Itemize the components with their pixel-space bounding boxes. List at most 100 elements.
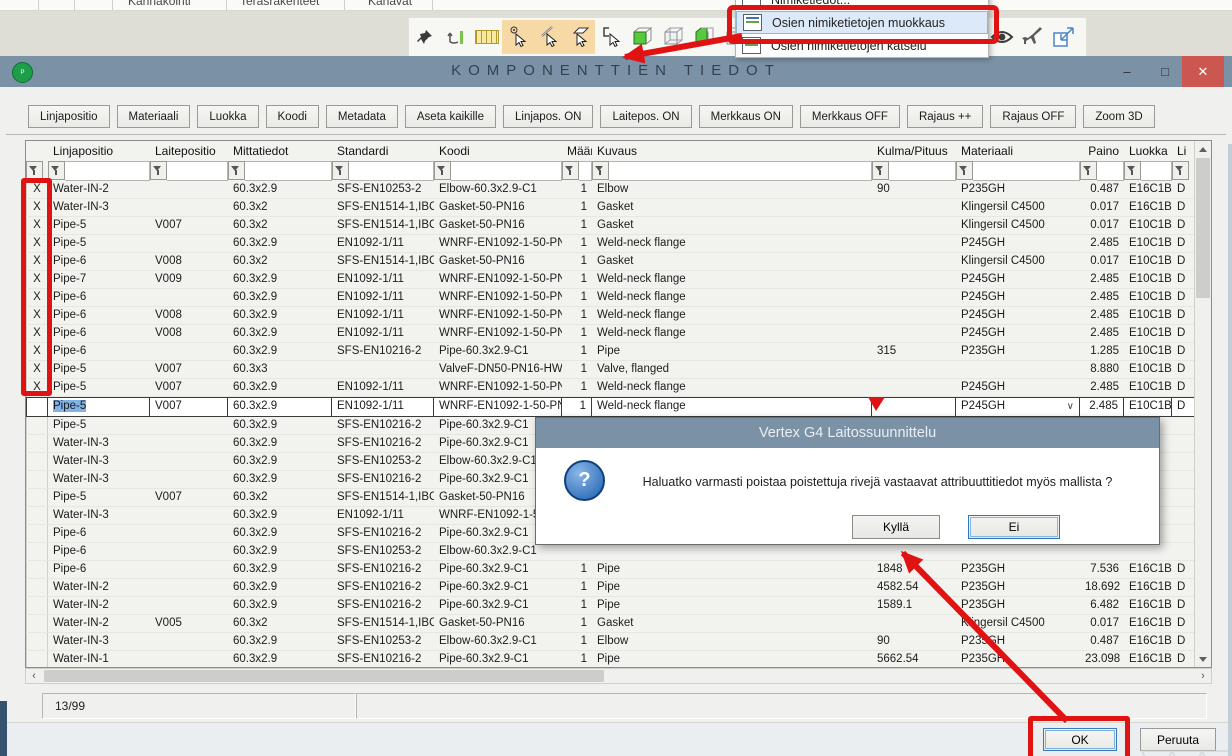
cell[interactable]: SFS-EN10216-2: [332, 525, 434, 542]
cell[interactable]: 60.3x2.9: [228, 543, 332, 560]
table-row[interactable]: XWater-IN-360.3x2SFS-EN1514-1,IBCGasket-…: [26, 199, 1211, 217]
cell[interactable]: P235GH: [956, 561, 1080, 578]
cell[interactable]: [26, 489, 48, 506]
column-header-Koodi[interactable]: Koodi: [434, 144, 562, 158]
cell[interactable]: Klingersil C4500: [956, 615, 1080, 632]
cell[interactable]: E10C1B: [1124, 398, 1172, 416]
cell[interactable]: 1: [562, 307, 592, 324]
cell[interactable]: Water-IN-3: [48, 453, 150, 470]
cell[interactable]: 60.3x2.9: [228, 579, 332, 596]
cell[interactable]: EN1092-1/11: [332, 507, 434, 524]
cell[interactable]: [872, 271, 956, 288]
cell[interactable]: [150, 597, 228, 614]
cell[interactable]: 1: [562, 615, 592, 632]
cell[interactable]: 1: [562, 651, 592, 667]
cell[interactable]: SFS-EN10216-2: [332, 471, 434, 488]
table-row[interactable]: Water-IN-360.3x2.9SFS-EN10253-2Elbow-60.…: [26, 633, 1211, 651]
scroll-up-arrow[interactable]: [1195, 141, 1211, 157]
cell[interactable]: D: [1172, 289, 1196, 306]
cell[interactable]: Pipe-6: [48, 543, 150, 560]
cell[interactable]: P245GH: [956, 289, 1080, 306]
cell[interactable]: 1: [562, 271, 592, 288]
cell[interactable]: [26, 543, 48, 560]
table-row[interactable]: Water-IN-260.3x2.9SFS-EN10216-2Pipe-60.3…: [26, 597, 1211, 615]
cell[interactable]: SFS-EN10253-2: [332, 453, 434, 470]
cell[interactable]: 1: [562, 579, 592, 596]
cell[interactable]: 60.3x3: [228, 361, 332, 378]
cell[interactable]: 8.880: [1080, 361, 1124, 378]
cell[interactable]: 7.536: [1080, 561, 1124, 578]
column-header-Kulma/Pituus[interactable]: Kulma/Pituus: [872, 144, 956, 158]
action-button-luokka[interactable]: Luokka: [197, 105, 258, 128]
cell[interactable]: Pipe-5: [48, 235, 150, 252]
cell[interactable]: SFS-EN10216-2: [332, 651, 434, 667]
cell[interactable]: [150, 435, 228, 452]
table-row[interactable]: XPipe-7V00960.3x2.9EN1092-1/11WNRF-EN109…: [26, 271, 1211, 289]
cell[interactable]: P235GH: [956, 597, 1080, 614]
cell[interactable]: 60.3x2.9: [228, 417, 332, 434]
table-row[interactable]: Water-IN-260.3x2.9SFS-EN10216-2Pipe-60.3…: [26, 579, 1211, 597]
cell[interactable]: 18.692: [1080, 579, 1124, 596]
airplane-icon[interactable]: [1017, 20, 1048, 54]
cell[interactable]: E10C1B: [1124, 235, 1172, 252]
cell[interactable]: Valve, flanged: [592, 361, 872, 378]
action-button-aseta-kaikille[interactable]: Aseta kaikille: [405, 105, 496, 128]
cell[interactable]: Elbow-60.3x2.9-C1: [434, 181, 562, 198]
cell[interactable]: WNRF-EN1092-1-50-PN16-C1: [434, 398, 562, 416]
filter-input[interactable]: [973, 161, 1080, 181]
cell[interactable]: X: [26, 253, 48, 270]
filter-funnel-icon[interactable]: [26, 161, 43, 180]
cell[interactable]: EN1092-1/11: [332, 271, 434, 288]
cell[interactable]: E16C1B: [1124, 561, 1172, 578]
cell[interactable]: [1172, 471, 1196, 488]
cell[interactable]: X: [26, 289, 48, 306]
cell[interactable]: 60.3x2: [228, 217, 332, 234]
cell[interactable]: P245GH: [956, 271, 1080, 288]
cell[interactable]: 60.3x2.9: [228, 181, 332, 198]
cell[interactable]: Pipe: [592, 579, 872, 596]
point-select-cursor-icon[interactable]: [502, 20, 533, 54]
cell[interactable]: 60.3x2.9: [228, 507, 332, 524]
chevron-down-icon[interactable]: ∨: [1067, 398, 1074, 416]
cell[interactable]: E16C1B: [1124, 615, 1172, 632]
cell[interactable]: E10C1B: [1124, 217, 1172, 234]
cell[interactable]: [26, 651, 48, 667]
action-button-linjapositio[interactable]: Linjapositio: [28, 105, 110, 128]
table-row[interactable]: XPipe-6V00860.3x2.9EN1092-1/11WNRF-EN109…: [26, 307, 1211, 325]
cell[interactable]: [872, 235, 956, 252]
action-button-laitepos-on[interactable]: Laitepos. ON: [600, 105, 691, 128]
cell[interactable]: E10C1B: [1124, 271, 1172, 288]
pushpin-icon[interactable]: [409, 20, 440, 54]
action-button-merkkaus-off[interactable]: Merkkaus OFF: [800, 105, 900, 128]
cell[interactable]: [956, 361, 1080, 378]
eye-icon[interactable]: [986, 20, 1017, 54]
cell[interactable]: X: [26, 217, 48, 234]
cell[interactable]: [150, 471, 228, 488]
cell[interactable]: 60.3x2.9: [228, 379, 332, 396]
cell[interactable]: [26, 525, 48, 542]
cell[interactable]: Pipe-5: [48, 417, 150, 434]
cell[interactable]: Klingersil C4500: [956, 217, 1080, 234]
cell[interactable]: SFS-EN10216-2: [332, 435, 434, 452]
cell[interactable]: [150, 543, 228, 560]
scroll-right-arrow[interactable]: ›: [1195, 669, 1211, 683]
filter-input[interactable]: [1097, 161, 1124, 181]
action-button-zoom-3d[interactable]: Zoom 3D: [1083, 105, 1154, 128]
cell[interactable]: SFS-EN1514-1,IBC: [332, 615, 434, 632]
cell[interactable]: [872, 307, 956, 324]
rotate-dimension-icon[interactable]: [440, 20, 471, 54]
cell[interactable]: Weld-neck flange: [592, 289, 872, 306]
cell[interactable]: [1172, 435, 1196, 452]
cell[interactable]: P235GH: [956, 651, 1080, 667]
cell[interactable]: X: [26, 235, 48, 252]
cell[interactable]: Pipe: [592, 561, 872, 578]
cell[interactable]: V007: [150, 217, 228, 234]
cell[interactable]: Gasket-50-PN16: [434, 253, 562, 270]
cell[interactable]: [872, 253, 956, 270]
cell[interactable]: 2.485: [1080, 289, 1124, 306]
cell[interactable]: [1172, 489, 1196, 506]
cell[interactable]: [872, 217, 956, 234]
face-select-cursor-icon[interactable]: [564, 20, 595, 54]
tab-kanavat[interactable]: Kanavat: [368, 0, 412, 8]
table-row[interactable]: XPipe-660.3x2.9SFS-EN10216-2Pipe-60.3x2.…: [26, 343, 1211, 361]
